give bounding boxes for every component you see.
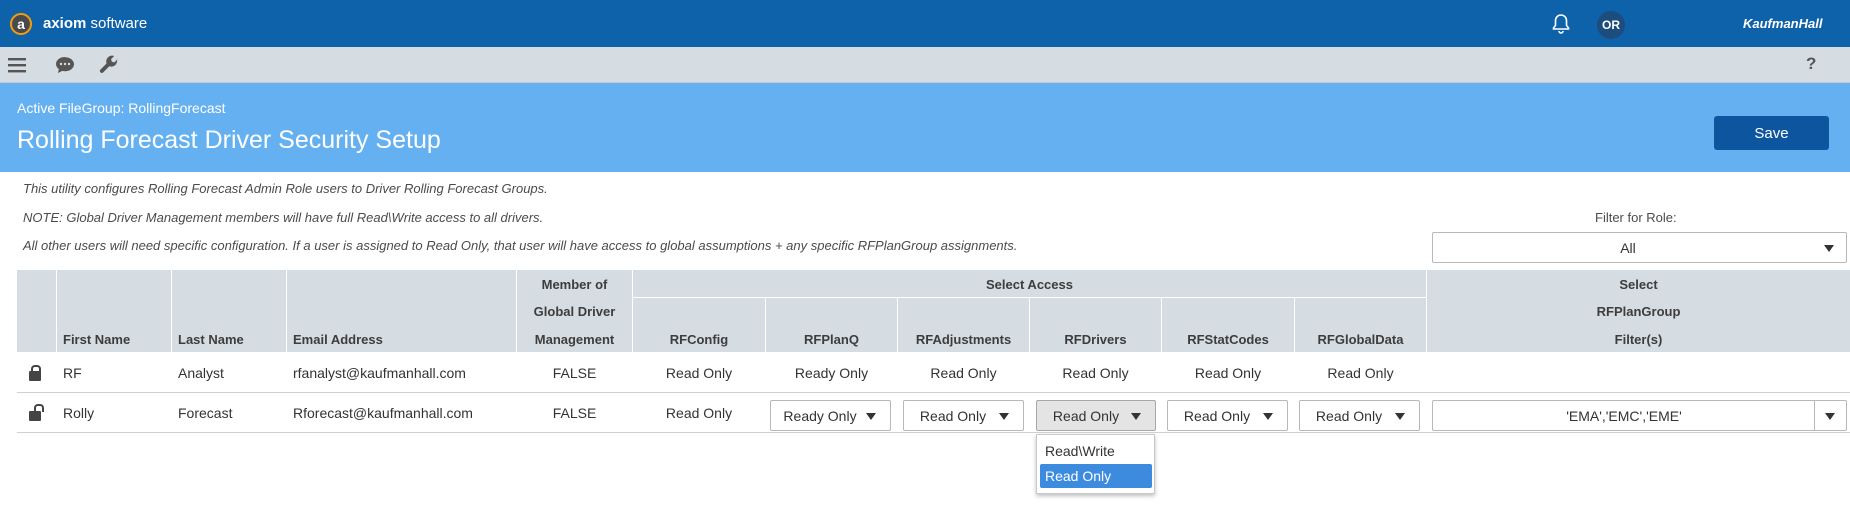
chevron-down-icon	[1825, 413, 1835, 420]
row-divider	[17, 392, 1850, 393]
toolbar: ?	[0, 47, 1850, 83]
header-divider	[632, 297, 1426, 298]
col-header-group-line3: Filter(s)	[1614, 332, 1663, 347]
rfstatcodes-select[interactable]: Read Only	[1167, 400, 1288, 431]
rfplangroup-filter-value: 'EMA','EMC','EME'	[1566, 408, 1682, 424]
cell-rfconfig: Read Only	[665, 405, 733, 421]
col-header-rfplanq[interactable]: RFPlanQ	[766, 332, 897, 347]
chevron-down-icon	[1131, 413, 1141, 420]
cell-email: rfanalyst@kaufmanhall.com	[293, 365, 466, 381]
col-header-member-line1: Member of	[541, 277, 608, 292]
col-header-rfconfig[interactable]: RFConfig	[633, 332, 765, 347]
col-group-select-access: Select Access	[986, 277, 1073, 292]
rfadjustments-select[interactable]: Read Only	[903, 400, 1024, 431]
page-header: Active FileGroup: RollingForecast Rollin…	[0, 83, 1850, 172]
lock-icon	[29, 365, 41, 381]
filter-role-value: All	[1620, 240, 1636, 256]
info-line-3: All other users will need specific confi…	[23, 238, 1018, 253]
user-avatar[interactable]: OR	[1597, 11, 1625, 39]
col-header-rfglobaldata[interactable]: RFGlobalData	[1295, 332, 1426, 347]
rfadjustments-select-value: Read Only	[919, 408, 987, 424]
col-header-last-name[interactable]: Last Name	[178, 332, 244, 347]
cell-rfdrivers: Read Only	[1062, 365, 1129, 381]
chevron-down-icon	[1824, 245, 1834, 252]
col-header-member-line2: Global Driver	[533, 304, 616, 319]
col-header-rfstatcodes[interactable]: RFStatCodes	[1162, 332, 1294, 347]
col-header-rfadjustments[interactable]: RFAdjustments	[898, 332, 1029, 347]
notification-bell-icon[interactable]	[1549, 12, 1573, 36]
rfstatcodes-select-value: Read Only	[1183, 408, 1251, 424]
axiom-logo-icon[interactable]: a	[10, 13, 32, 35]
unlock-icon	[29, 404, 44, 421]
help-icon[interactable]: ?	[1806, 54, 1816, 74]
cell-last-name: Forecast	[178, 405, 233, 421]
info-line-1: This utility configures Rolling Forecast…	[23, 181, 548, 196]
brand-logo: KaufmanHall	[1743, 16, 1823, 31]
col-header-group-line2: RFPlanGroup	[1596, 304, 1681, 319]
col-header-member-line3: Management	[534, 332, 615, 347]
col-header-first-name[interactable]: First Name	[63, 332, 130, 347]
chat-icon[interactable]	[53, 53, 77, 77]
chevron-down-icon	[866, 413, 876, 420]
app-name-bold: axiom	[43, 15, 87, 32]
cell-member: FALSE	[552, 405, 597, 421]
wrench-icon[interactable]	[97, 53, 121, 77]
dropdown-option-read-write[interactable]: Read\Write	[1040, 439, 1152, 463]
col-header-email[interactable]: Email Address	[293, 332, 383, 347]
cell-first-name: Rolly	[63, 405, 95, 421]
chevron-down-icon	[1395, 413, 1405, 420]
menu-icon[interactable]	[5, 53, 29, 77]
dropdown-option-read-only[interactable]: Read Only	[1040, 464, 1152, 488]
info-line-2: NOTE: Global Driver Management members w…	[23, 210, 544, 225]
header-divider	[171, 270, 172, 352]
cell-rfglobaldata: Read Only	[1327, 365, 1394, 381]
header-divider	[286, 270, 287, 352]
rfdrivers-select[interactable]: Read Only	[1036, 400, 1156, 431]
col-header-group-line1: Select	[1619, 277, 1658, 292]
rfplanq-select[interactable]: Ready Only	[770, 400, 891, 431]
cell-rfconfig: Read Only	[665, 365, 733, 381]
cell-rfadjustments: Read Only	[930, 365, 997, 381]
cell-rfstatcodes: Read Only	[1194, 365, 1262, 381]
rfplanq-select-value: Ready Only	[783, 408, 857, 424]
filter-role-select[interactable]: All	[1432, 232, 1847, 263]
cell-email: Rforecast@kaufmanhall.com	[293, 405, 473, 421]
app-name-rest: software	[86, 15, 148, 32]
header-divider	[56, 270, 57, 352]
cell-last-name: Analyst	[178, 365, 224, 381]
rfplangroup-filter-select[interactable]: 'EMA','EMC','EME'	[1432, 400, 1847, 431]
col-header-rfdrivers[interactable]: RFDrivers	[1030, 332, 1161, 347]
row-divider	[17, 432, 1850, 433]
cell-first-name: RF	[63, 365, 82, 381]
cell-rfplanq: Ready Only	[794, 365, 869, 381]
app-root: a axiom software OR KaufmanHall ? Active…	[0, 0, 1850, 505]
top-bar: a axiom software OR KaufmanHall	[0, 0, 1850, 47]
rfglobaldata-select-value: Read Only	[1315, 408, 1383, 424]
filter-role-label: Filter for Role:	[1595, 210, 1677, 225]
chevron-down-icon	[1263, 413, 1273, 420]
select-divider	[1814, 401, 1815, 430]
app-name: axiom software	[43, 15, 147, 32]
rfdrivers-select-value: Read Only	[1052, 408, 1120, 424]
save-button[interactable]: Save	[1714, 116, 1829, 150]
cell-member: FALSE	[552, 365, 597, 381]
rfglobaldata-select[interactable]: Read Only	[1299, 400, 1420, 431]
rfdrivers-dropdown-menu: Read\Write Read Only	[1036, 434, 1155, 494]
chevron-down-icon	[999, 413, 1009, 420]
page-title: Rolling Forecast Driver Security Setup	[17, 126, 441, 154]
active-filegroup-label: Active FileGroup: RollingForecast	[17, 100, 226, 116]
